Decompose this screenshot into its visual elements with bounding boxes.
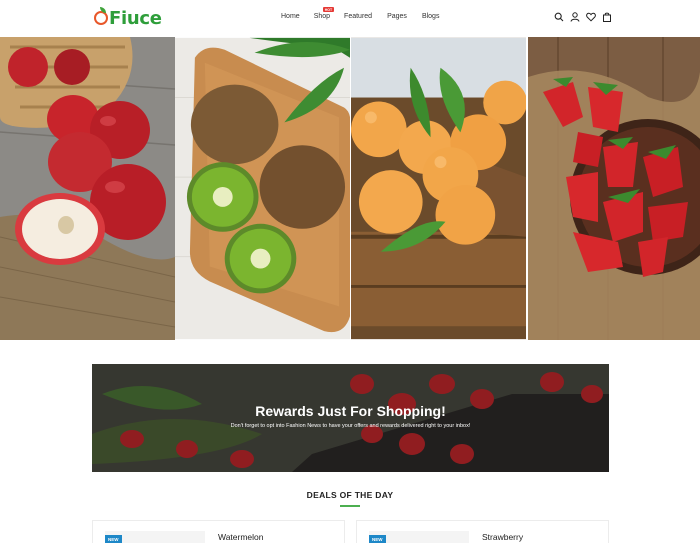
deal-card[interactable]: NEW Watermelon [92, 520, 345, 543]
apples-image [0, 37, 175, 340]
banner-title: Rewards Just For Shopping! [255, 403, 446, 419]
user-icon[interactable] [570, 12, 580, 22]
main-nav: Home Shop HOT Featured Pages Blogs [281, 7, 440, 20]
bag-icon[interactable] [602, 12, 612, 22]
kiwi-image [175, 37, 350, 340]
header-icons [554, 12, 612, 22]
nav-home[interactable]: Home [281, 13, 300, 20]
deals-title-underline [340, 505, 360, 507]
heart-icon[interactable] [586, 12, 596, 22]
deals-title: DEALS OF THE DAY [306, 490, 394, 500]
nav-shop[interactable]: Shop HOT [313, 7, 335, 20]
deal-card[interactable]: NEW Strawberry [356, 520, 609, 543]
deal-card-name[interactable]: Watermelon [218, 532, 264, 542]
hero-panel-apples [0, 37, 175, 340]
apricots-image [351, 37, 526, 340]
hot-badge: HOT [322, 7, 335, 12]
rewards-banner[interactable]: Rewards Just For Shopping! Don't forget … [92, 364, 609, 472]
hero-panel-kiwi [175, 37, 351, 340]
new-badge: NEW [369, 535, 386, 543]
hero-panel-strawberries [527, 37, 700, 340]
nav-shop-label: Shop [313, 13, 331, 20]
logo-icon [94, 7, 108, 25]
deal-card-name[interactable]: Strawberry [482, 532, 523, 542]
hero-panel-apricots [351, 37, 527, 340]
search-icon[interactable] [554, 12, 564, 22]
logo[interactable]: Fiuce [94, 7, 162, 29]
site-header: Fiuce Home Shop HOT Featured Pages Blogs [0, 0, 700, 37]
new-badge: NEW [105, 535, 122, 543]
nav-blogs[interactable]: Blogs [422, 13, 440, 20]
nav-pages[interactable]: Pages [387, 13, 407, 20]
banner-subtitle: Don't forget to opt into Fashion News to… [230, 423, 471, 429]
strawberries-image [528, 37, 700, 340]
nav-featured[interactable]: Featured [344, 13, 372, 20]
hero-gallery [0, 37, 700, 340]
logo-text: Fiuce [109, 7, 162, 29]
